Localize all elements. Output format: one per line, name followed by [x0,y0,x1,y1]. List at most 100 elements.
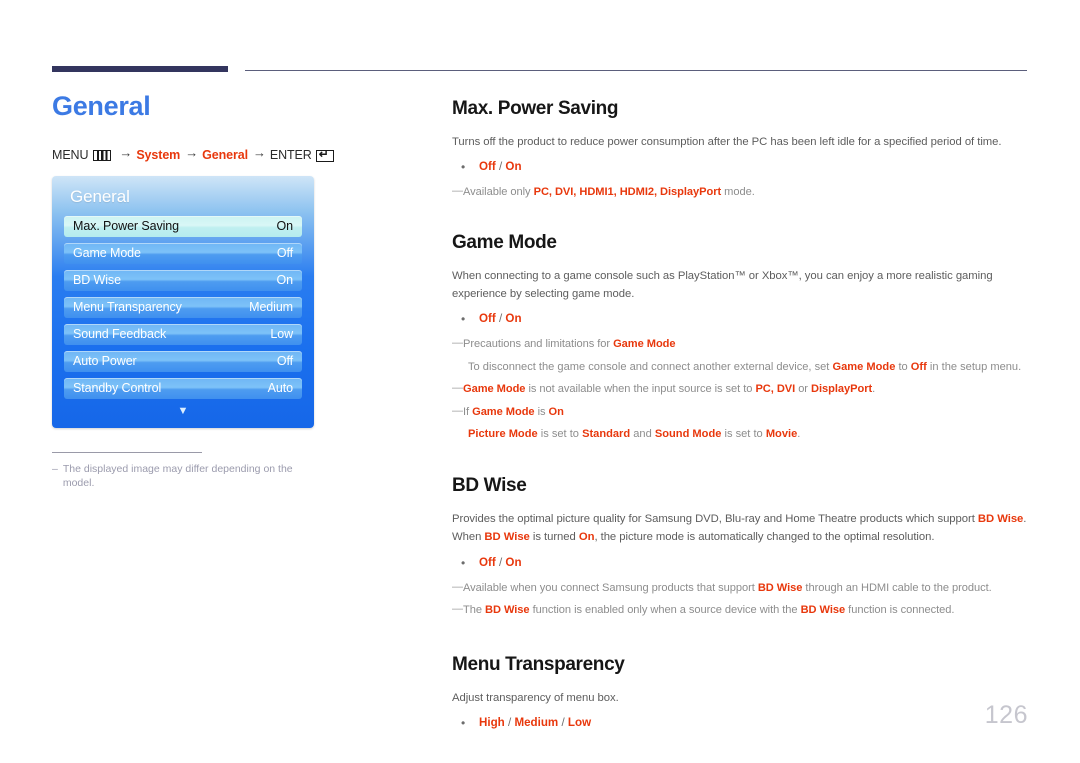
page-number: 126 [984,701,1028,729]
note-dash-icon: — [452,185,463,198]
osd-panel-title: General [70,186,130,206]
note-b: is [534,405,549,418]
note-prefix: Precautions and limitations for [463,338,614,351]
bullet-dot-icon: • [461,160,466,175]
note-game-mode-3: — If Game Mode is On [452,404,1030,422]
osd-row-label: Menu Transparency [73,300,182,315]
note-prefix: Available only [463,186,534,199]
chevron-down-icon[interactable]: ▼ [64,405,302,420]
osd-row-sound-feedback[interactable]: Sound Feedback Low [64,323,302,345]
bullet-dot-icon: • [461,312,466,327]
note-b: through an HDMI cable to the product. [802,581,992,594]
note-text: The BD Wise function is enabled only whe… [463,602,1030,620]
note-term-1: Game Mode [472,405,535,418]
note-dash-icon: — [452,337,463,350]
note-dash-icon: — [452,580,463,593]
image-footnote: – The displayed image may differ dependi… [52,451,298,491]
note-term: Game Mode [613,338,676,351]
note-term-1: Game Mode [463,382,526,395]
section-title-bd-wise: BD Wise [452,475,527,497]
note-sub-b: to [895,361,911,374]
breadcrumb-step-general: General [202,147,248,162]
options-bullet-max-power-saving: • Off / On [452,158,1030,176]
bullet-dot-icon: • [461,716,466,731]
breadcrumb-arrow-icon-2: → [185,145,199,161]
osd-row-label: Auto Power [73,354,137,369]
note-terms: PC, DVI, HDMI1, HDMI2, DisplayPort [533,186,722,199]
note-a: Available when you connect Samsung produ… [463,581,758,594]
osd-row-game-mode[interactable]: Game Mode Off [64,242,302,264]
bullet-dot-icon: • [461,555,466,570]
page-title: General [52,91,151,121]
osd-row-value: Off [276,246,293,261]
note-c: . [872,382,876,395]
osd-row-bd-wise[interactable]: BD Wise On [64,269,302,291]
options-text: Off / On [479,312,522,326]
osd-row-value: On [276,219,294,234]
footnote-text: The displayed image may differ depending… [62,462,293,490]
note-max-power-saving-1: — Available only PC, DVI, HDMI1, HDMI2, … [452,184,1030,202]
note-dash-icon: — [452,381,463,394]
right-column: Max. Power Saving Turns off the product … [452,98,1030,740]
note-game-mode-2: — Game Mode is not available when the in… [452,381,1030,399]
body-c: is turned [529,531,579,544]
header-rule-thin [245,70,1027,71]
osd-menu-panel: General Max. Power Saving On Game Mode O… [52,175,314,428]
options-bullet-game-mode: • Off / On [452,310,1030,328]
note-text: Available when you connect Samsung produ… [463,580,1030,598]
note-sub-c: in the setup menu. [926,361,1022,374]
breadcrumb-arrow-icon: → [119,145,133,161]
osd-row-max-power-saving[interactable]: Max. Power Saving On [64,215,302,237]
body-a: Provides the optimal picture quality for… [452,512,978,525]
section-body-game-mode: When connecting to a game console such a… [452,269,993,301]
note-suffix: mode. [721,186,755,199]
options-text: Off / On [479,555,522,569]
osd-row-value: Auto [267,381,293,396]
osd-row-menu-transparency[interactable]: Menu Transparency Medium [64,296,302,318]
header-rule-thick [52,66,228,72]
section-title-game-mode: Game Mode [452,231,557,253]
section-body-menu-transparency: Adjust transparency of menu box. [452,691,619,704]
note-dash-icon: — [452,404,463,417]
breadcrumb: MENU → System → General → ENTER [52,145,432,162]
breadcrumb-enter-label: ENTER [269,147,312,162]
note-dash-icon: — [452,603,463,616]
section-body-bd-wise: Provides the optimal picture quality for… [452,510,1030,547]
section-title-max-power-saving: Max. Power Saving [452,98,619,119]
osd-row-value: On [276,273,294,288]
body-d: , the picture mode is automatically chan… [594,531,935,544]
note-sub-term-2: Standard [582,428,631,441]
osd-row-auto-power[interactable]: Auto Power Off [64,350,302,372]
note-sub-term-3: Sound Mode [654,428,722,441]
note-text: Available only PC, DVI, HDMI1, HDMI2, Di… [463,184,1030,202]
footnote-line: – The displayed image may differ dependi… [52,462,298,491]
enter-key-icon [315,147,334,162]
osd-row-value: Low [270,327,293,342]
options-bullet-bd-wise: • Off / On [452,554,1030,572]
body-term-2: BD Wise [484,531,530,544]
note-a: is not available when the input source i… [525,382,756,395]
section-body-max-power-saving: Turns off the product to reduce power co… [452,135,1002,148]
note-game-mode-3-sub: Picture Mode is set to Standard and Soun… [468,426,1030,444]
breadcrumb-step-system: System [136,147,181,162]
note-b: function is enabled only when a source d… [529,604,801,617]
note-text: Precautions and limitations for Game Mod… [463,336,1030,354]
note-bd-wise-2: — The BD Wise function is enabled only w… [452,602,1030,620]
osd-row-label: Sound Feedback [73,327,167,342]
left-column: General MENU → System → General → ENTER … [52,91,432,491]
osd-row-label: Game Mode [73,246,141,261]
note-sub-b: and [630,428,655,441]
note-sub-c: is set to [721,428,766,441]
note-a: The [463,604,485,617]
note-term-2: On [548,405,564,418]
osd-row-standby-control[interactable]: Standby Control Auto [64,377,302,399]
options-text: Off / On [479,160,522,174]
osd-row-value: Off [276,354,293,369]
note-bd-wise-1: — Available when you connect Samsung pro… [452,580,1030,598]
note-term-2: PC, DVI [755,382,796,395]
osd-row-label: Max. Power Saving [73,219,179,234]
note-b: or [795,382,811,395]
note-sub-term-1: Game Mode [832,361,896,374]
osd-row-label: BD Wise [73,273,121,288]
note-sub-a: To disconnect the game console and conne… [468,361,833,374]
